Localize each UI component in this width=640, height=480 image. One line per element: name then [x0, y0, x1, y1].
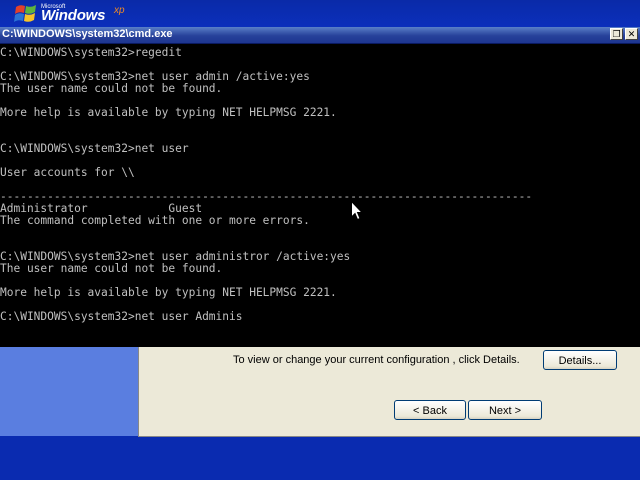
windows-flag-icon	[14, 5, 36, 22]
logo-windows-text: Windows	[41, 7, 106, 24]
close-button[interactable]: ✕	[625, 28, 638, 40]
restore-icon: ❐	[612, 29, 621, 39]
console-line: More help is available by typing NET HEL…	[0, 106, 337, 119]
window-title: C:\WINDOWS\system32\cmd.exe	[2, 28, 173, 40]
console-line: The user name could not be found.	[0, 262, 223, 275]
cmd-window[interactable]: C:\WINDOWS\system32\cmd.exe ❐ ✕ C:\WINDO…	[0, 27, 640, 347]
console-line: More help is available by typing NET HEL…	[0, 286, 337, 299]
next-button[interactable]: Next >	[468, 400, 542, 420]
back-button[interactable]: < Back	[394, 400, 466, 420]
setup-footer-bar	[0, 436, 640, 480]
logo-xp-text: xp	[114, 5, 125, 16]
console-line: User accounts for \\	[0, 166, 135, 179]
console-line: C:\WINDOWS\system32>net user	[0, 142, 189, 155]
dialog-instruction-text: To view or change your current configura…	[233, 354, 520, 366]
mouse-pointer-icon	[351, 201, 363, 221]
console-line: C:\WINDOWS\system32>net user Adminis	[0, 310, 243, 323]
windows-xp-logo: Microsoft Windows xp	[12, 2, 132, 26]
details-button[interactable]: Details...	[543, 350, 617, 370]
console-line: The user name could not be found.	[0, 82, 223, 95]
restore-button[interactable]: ❐	[610, 28, 623, 40]
setup-dialog: To view or change your current configura…	[138, 346, 640, 437]
console-line: C:\WINDOWS\system32>regedit	[0, 47, 182, 59]
console-output[interactable]: C:\WINDOWS\system32>regedit C:\WINDOWS\sy…	[0, 47, 640, 347]
close-icon: ✕	[627, 29, 636, 39]
setup-header-bar: Microsoft Windows xp	[0, 0, 640, 28]
console-line: The command completed with one or more e…	[0, 214, 310, 227]
cmd-titlebar[interactable]: C:\WINDOWS\system32\cmd.exe ❐ ✕	[0, 27, 640, 44]
